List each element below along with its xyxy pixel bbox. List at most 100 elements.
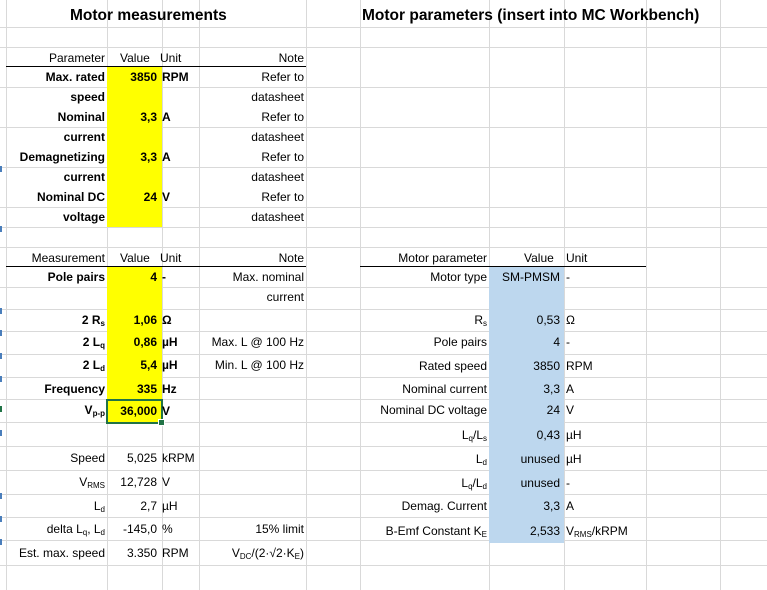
unit-cell: V [162, 190, 171, 204]
demag-current-value[interactable]: 3,3 [490, 498, 560, 514]
row-marker [0, 353, 2, 359]
max-speed-value[interactable]: 3.350 [108, 545, 157, 561]
col-header-measurement: Measurement [31, 251, 105, 265]
gridline [0, 517, 767, 518]
col-header-unit: Unit [566, 251, 588, 265]
row-marker [0, 166, 2, 172]
rs-measurement-unit: Ω [162, 313, 172, 327]
lq-ls-value[interactable]: 0,43 [490, 427, 560, 443]
vpp-value[interactable]: 36,000 [108, 403, 157, 419]
col-header-value: Value [524, 251, 554, 265]
note-cell: current [266, 290, 304, 304]
bemf-constant-label: B-Emf Constant KE [385, 524, 487, 539]
max-speed-formula: VDC/(2·√2·KE) [231, 546, 304, 561]
unit-cell: RPM [162, 70, 189, 84]
demag-current-label: Demag. Current [401, 499, 487, 513]
gridline [0, 565, 767, 566]
rs-param-label: Rs [474, 313, 487, 328]
ld-derived-value[interactable]: 2,7 [108, 498, 157, 514]
row-marker [0, 308, 2, 314]
col-header-value: Value [120, 51, 150, 65]
pole-pairs-param-value[interactable]: 4 [490, 334, 560, 350]
value-cell[interactable]: 24 [108, 189, 157, 205]
gridline [360, 0, 361, 590]
frequency-unit: Hz [162, 382, 177, 396]
nominal-dc-voltage-value[interactable]: 24 [490, 402, 560, 418]
param-label: Nominal DC [36, 190, 105, 204]
rs-measurement-value[interactable]: 1,06 [108, 312, 157, 328]
ld-param-label: Ld [475, 452, 487, 467]
speed-value[interactable]: 5,025 [108, 450, 157, 466]
row-marker-active [0, 406, 2, 412]
value-cell[interactable]: 3850 [108, 69, 157, 85]
fill-handle[interactable] [158, 419, 165, 426]
nominal-dc-voltage-label: Nominal DC voltage [380, 403, 487, 417]
ld-measurement-value[interactable]: 5,4 [108, 357, 157, 373]
nominal-current-value[interactable]: 3,3 [490, 381, 560, 397]
gridline [306, 0, 307, 590]
col-header-motor-parameter: Motor parameter [398, 251, 487, 265]
note-cell: Refer to [261, 110, 304, 124]
bemf-constant-unit: VRMS/kRPM [566, 524, 628, 539]
row-marker [0, 330, 2, 336]
note-cell: datasheet [251, 210, 304, 224]
left-section-title: Motor measurements [70, 7, 227, 24]
row-marker [0, 430, 2, 436]
row-marker [0, 493, 2, 499]
pole-pairs-value[interactable]: 4 [108, 269, 157, 285]
gridline [0, 27, 767, 28]
vpp-unit: V [162, 404, 171, 418]
params-header-border [360, 266, 646, 267]
bemf-constant-value[interactable]: 2,533 [490, 523, 560, 539]
rs-measurement-label: 2 Rs [81, 313, 105, 328]
gridline [0, 540, 767, 541]
nominal-dc-voltage-unit: V [566, 403, 575, 417]
rated-speed-unit: RPM [566, 359, 593, 373]
gridline [0, 227, 767, 228]
note-cell: datasheet [251, 90, 304, 104]
row-marker [0, 226, 2, 232]
max-speed-unit: RPM [162, 546, 189, 560]
vrms-label: VRMS [79, 475, 105, 490]
ld-param-value[interactable]: unused [490, 451, 560, 467]
lq-ls-label: Lq/Ls [461, 428, 487, 443]
lq-measurement-unit: µH [162, 335, 178, 349]
note-cell: Max. L @ 100 Hz [211, 335, 304, 349]
value-cell[interactable]: 3,3 [108, 109, 157, 125]
speed-unit: kRPM [162, 451, 195, 465]
delta-l-value[interactable]: -145,0 [108, 521, 157, 537]
value-cell[interactable]: 3,3 [108, 149, 157, 165]
pole-pairs-param-unit: - [566, 335, 570, 349]
unit-cell: A [162, 110, 171, 124]
param-label: current [63, 130, 105, 144]
col-header-value: Value [120, 251, 150, 265]
gridline [720, 0, 721, 590]
spreadsheet-grid[interactable]: Motor measurements Motor parameters (ins… [0, 0, 767, 590]
param-label: Nominal [57, 110, 105, 124]
ld-derived-unit: µH [162, 499, 178, 513]
gridline [6, 0, 7, 590]
ld-derived-label: Ld [93, 499, 105, 514]
lq-ld-value[interactable]: unused [490, 475, 560, 491]
gridline [0, 47, 767, 48]
col-header-note: Note [278, 251, 304, 265]
note-cell: datasheet [251, 170, 304, 184]
motor-type-value[interactable]: SM-PMSM [490, 269, 560, 285]
lq-measurement-label: 2 Lq [82, 335, 105, 350]
motor-type-unit: - [566, 270, 570, 284]
table1-header-border [6, 66, 306, 67]
rs-param-value[interactable]: 0,53 [490, 312, 560, 328]
vpp-label: Vp-p [84, 403, 105, 418]
speed-label: Speed [70, 451, 105, 465]
nominal-current-unit: A [566, 382, 575, 396]
frequency-value[interactable]: 335 [108, 381, 157, 397]
gridline [0, 494, 767, 495]
lq-measurement-value[interactable]: 0,86 [108, 334, 157, 350]
unit-cell: A [162, 150, 171, 164]
col-header-unit: Unit [160, 251, 182, 265]
pole-pairs-label: Pole pairs [47, 270, 105, 284]
gridline [564, 0, 565, 590]
right-section-title: Motor parameters (insert into MC Workben… [362, 7, 700, 24]
rated-speed-value[interactable]: 3850 [490, 358, 560, 374]
vrms-value[interactable]: 12,728 [108, 474, 157, 490]
